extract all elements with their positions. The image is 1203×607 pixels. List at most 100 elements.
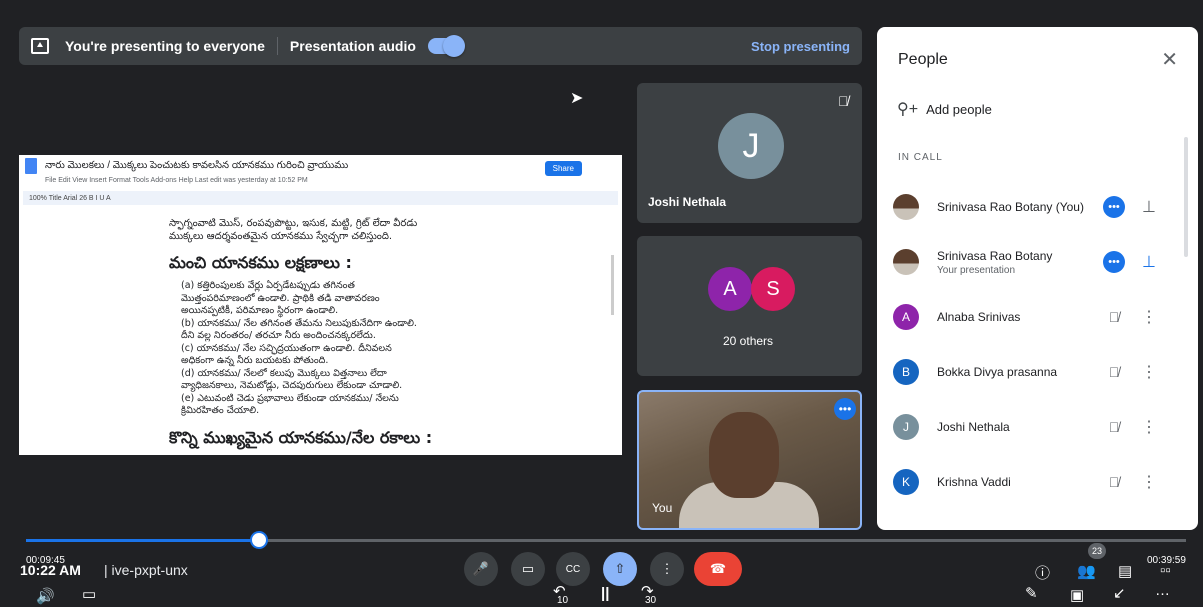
close-icon[interactable]: ✕ <box>1161 47 1178 72</box>
doc-line: స్ఫాగ్నంవాటి మొస్, రంపవుపొట్టు, ఇసుక, మట… <box>169 218 418 229</box>
doc-title-bar: నారు మొలకలు / మొక్కలు పెంచుటకు కావలసిన య… <box>19 155 622 177</box>
pen-icon[interactable]: ✎ <box>1025 584 1038 602</box>
meeting-code-text: ive-pxpt-unx <box>111 562 188 578</box>
others-count-label: 20 others <box>723 334 774 348</box>
info-icon[interactable]: ⓘ <box>1035 562 1050 583</box>
volume-icon[interactable]: 🔊 <box>36 587 55 605</box>
doc-list-item: అయినప్పటికీ, పరిమాణం స్థిరంగా ఉండాలి. <box>181 305 339 316</box>
participant-row[interactable]: Srinivasa Rao Botany (You) ••• ⊥ <box>877 182 1182 232</box>
activities-icon[interactable]: ▫▫ <box>1160 562 1171 579</box>
participant-name: Joshi Nethala <box>937 420 1010 434</box>
avatar <box>893 194 919 220</box>
present-now-button[interactable]: ⇧ <box>603 552 637 586</box>
doc-heading: కొన్ని ముఖ్యమైన యానకము/నేల రకాలు : <box>169 427 433 447</box>
mic-off-icon: 🎙̸ <box>1108 474 1120 490</box>
avatar: J <box>718 113 784 179</box>
participant-tile-others[interactable] <box>637 236 862 376</box>
stop-presenting-button[interactable]: Stop presenting <box>751 39 850 54</box>
pause-icon[interactable]: || <box>601 585 609 602</box>
presentation-audio-label: Presentation audio <box>289 38 416 54</box>
people-icon[interactable]: 👥 <box>1077 562 1096 580</box>
panel-scrollbar[interactable] <box>1184 137 1188 257</box>
doc-list-item: (a) కత్తిరింపులకు వేర్లు ఏర్పడేటప్పుడు త… <box>181 280 355 291</box>
doc-list-item: క్రిమిరహితం చేయాలి. <box>181 405 260 416</box>
self-video-face <box>709 412 779 498</box>
doc-list-item: (c) యానకము/ నేల సచ్ఛిద్రయుతంగా ఉండాలి. ద… <box>181 342 392 354</box>
camera-button[interactable]: ▭ <box>511 552 545 586</box>
avatar <box>893 249 919 275</box>
microphone-button[interactable]: 🎤 <box>464 552 498 586</box>
more-horiz-icon[interactable]: … <box>1155 582 1170 599</box>
more-options-icon[interactable]: ••• <box>1102 196 1126 218</box>
panel-title: People <box>898 51 948 68</box>
pin-icon[interactable]: ⊥ <box>1139 197 1159 217</box>
participant-name: Srinivasa Rao Botany <box>937 248 1053 263</box>
add-people-button[interactable]: ⚲+ Add people <box>897 99 992 119</box>
forward-seconds: 30 <box>645 595 657 606</box>
doc-list-item: (b) యానకము/ నేల తగినంత తేమను నిలుపుకునేద… <box>181 317 417 329</box>
participant-row[interactable]: B Bokka Divya prasanna 🎙̸ ⋮ <box>877 347 1182 397</box>
mic-off-icon: 🎙̸ <box>838 93 849 109</box>
video-progress-handle[interactable] <box>250 531 268 549</box>
avatar: B <box>893 359 919 385</box>
doc-list-item: వ్యాధిజనకాలు, నెమటోడ్లు, చెదపురుగులు లేక… <box>181 380 403 391</box>
exit-fullscreen-icon[interactable]: ↙ <box>1113 584 1126 602</box>
avatar: S <box>751 267 795 311</box>
participant-row[interactable]: K Krishna Vaddi 🎙̸ ⋮ <box>877 457 1182 507</box>
mic-off-icon: 🎙̸ <box>1108 364 1120 380</box>
mouse-cursor-icon: ➤ <box>570 90 584 107</box>
more-options-button[interactable]: ⋮ <box>650 552 684 586</box>
self-label: You <box>652 501 673 515</box>
divider <box>276 37 278 55</box>
doc-list-item: (e) ఎటువంటి చెడు ప్రభావాలు లేకుండా యానకమ… <box>181 392 399 404</box>
doc-heading: మంచి యానకము లక్షణాలు : <box>169 253 352 272</box>
presenting-text: You're presenting to everyone <box>65 38 265 54</box>
avatar: A <box>893 304 919 330</box>
unpin-icon[interactable]: ⊥ <box>1139 252 1159 272</box>
mic-off-icon: 🎙̸ <box>1108 419 1120 435</box>
leave-call-button[interactable]: ☎ <box>694 552 742 586</box>
people-count-badge: 23 <box>1088 543 1106 559</box>
participant-row[interactable]: J Joshi Nethala 🎙̸ ⋮ <box>877 402 1182 452</box>
participant-row[interactable]: Srinivasa Rao Botany Your presentation •… <box>877 237 1182 287</box>
add-person-icon: ⚲+ <box>897 101 919 118</box>
doc-list-item: (d) యానకము/ నేలలో కలుపు మొక్కలు విత్తనాల… <box>181 367 387 379</box>
video-progress-fill <box>26 539 259 542</box>
doc-body: స్ఫాగ్నంవాటి మొస్, రంపవుపొట్టు, ఇసుక, మట… <box>169 217 479 455</box>
avatar: K <box>893 469 919 495</box>
rewind-seconds: 10 <box>557 595 569 606</box>
more-options-icon[interactable]: ••• <box>1102 251 1126 273</box>
in-call-heading: IN CALL <box>898 152 943 163</box>
docs-logo-icon <box>25 158 37 174</box>
picture-in-picture-icon[interactable]: ▣ <box>1070 586 1084 604</box>
more-vert-icon[interactable]: ⋮ <box>1139 307 1159 327</box>
meeting-clock: 10:22 AM <box>20 562 81 578</box>
chat-icon[interactable]: ▤ <box>1118 562 1132 580</box>
doc-line: ముక్కలు ఆదర్శవంతమైన యానకము స్వేచ్ఛగా చలి… <box>169 231 393 242</box>
presented-document: నారు మొలకలు / మొక్కలు పెంచుటకు కావలసిన య… <box>19 155 622 455</box>
doc-menu-bar: File Edit View Insert Format Tools Add-o… <box>45 177 308 184</box>
doc-list-item: మొత్తంపరిమాణంలో ఉండాలి. ప్రాథికి తడి వాత… <box>181 292 380 304</box>
participant-name: Bokka Divya prasanna <box>937 365 1058 379</box>
participant-name: Alnaba Srinivas <box>937 310 1021 324</box>
tile-name: Joshi Nethala <box>648 195 727 209</box>
participant-row[interactable]: A Alnaba Srinivas 🎙̸ ⋮ <box>877 292 1182 342</box>
doc-toolbar: 100% Title Arial 26 B I U A <box>23 191 618 205</box>
more-options-icon[interactable]: ••• <box>834 398 856 420</box>
doc-list-item: దీని వల్ల నిరంతరం/ తరచూ నీరు అందించనక్కర… <box>181 330 376 341</box>
participant-name: Srinivasa Rao Botany (You) <box>937 200 1084 214</box>
doc-share-button: Share <box>544 161 582 176</box>
avatar: J <box>893 414 919 440</box>
more-vert-icon[interactable]: ⋮ <box>1139 362 1159 382</box>
present-screen-icon <box>31 38 49 54</box>
participant-name: Krishna Vaddi <box>937 475 1011 489</box>
subtitles-icon[interactable]: ▭ <box>82 585 96 603</box>
more-vert-icon[interactable]: ⋮ <box>1139 417 1159 437</box>
meet-window: You're presenting to everyone Presentati… <box>0 0 1203 607</box>
add-people-label: Add people <box>926 101 992 117</box>
participant-info: Srinivasa Rao Botany Your presentation <box>937 249 1087 276</box>
doc-scrollbar <box>611 255 614 315</box>
captions-button[interactable]: CC <box>556 552 590 586</box>
presentation-audio-toggle[interactable] <box>427 35 465 57</box>
more-vert-icon[interactable]: ⋮ <box>1139 472 1159 492</box>
